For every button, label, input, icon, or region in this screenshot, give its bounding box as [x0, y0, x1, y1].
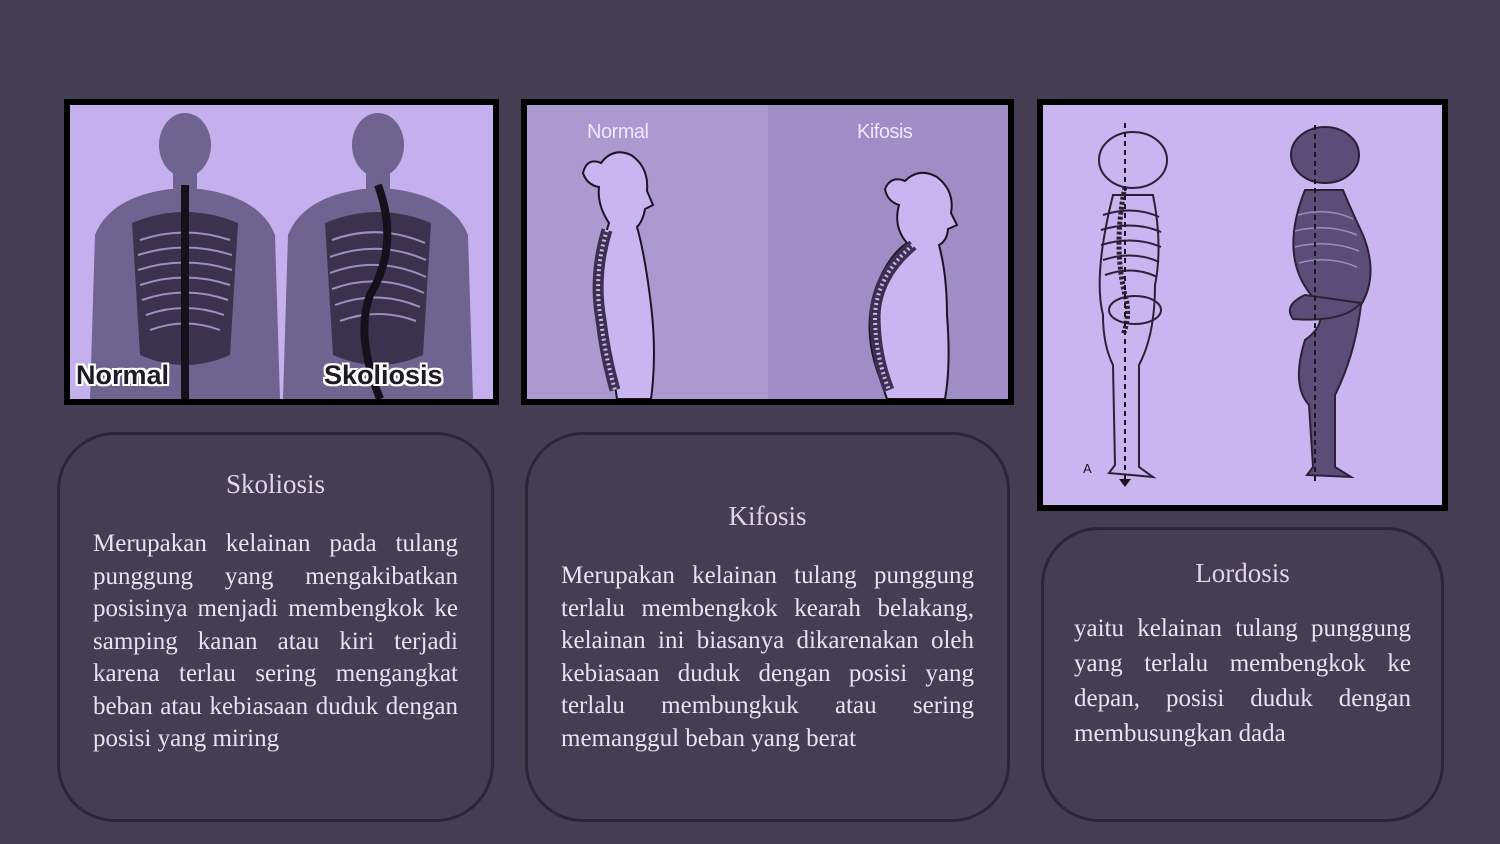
slide: { "images": { "skoliosis": { "label_left… [0, 0, 1500, 844]
kifosis-card: Kifosis Merupakan kelainan tulang punggu… [525, 432, 1010, 822]
kifosis-illustration [527, 105, 1008, 399]
skoliosis-label: Skoliosis [324, 360, 443, 390]
skoliosis-image: Normal Skoliosis [64, 99, 499, 405]
normal-label: Normal [587, 121, 649, 143]
lordosis-illustration [1043, 105, 1442, 505]
kifosis-label: Kifosis [857, 121, 913, 143]
kifosis-description: Merupakan kelainan tulang punggung terla… [561, 562, 974, 752]
skoliosis-illustration [70, 105, 493, 399]
figure-a-label: A [1083, 461, 1092, 476]
lordosis-image: A [1037, 99, 1448, 511]
lordosis-title: Lordosis [1195, 558, 1290, 588]
kifosis-image: Normal Kifosis [521, 99, 1014, 405]
lordosis-description: yaitu kelainan tulang punggung yang terl… [1074, 615, 1411, 747]
skoliosis-card: Skoliosis Merupakan kelainan pada tulang… [57, 432, 494, 822]
skoliosis-description: Merupakan kelainan pada tulang punggung … [93, 530, 458, 752]
kifosis-title: Kifosis [728, 501, 807, 531]
lordosis-card: Lordosis yaitu kelainan tulang punggung … [1041, 527, 1444, 822]
normal-label: Normal [76, 360, 170, 390]
skoliosis-title: Skoliosis [225, 469, 326, 499]
